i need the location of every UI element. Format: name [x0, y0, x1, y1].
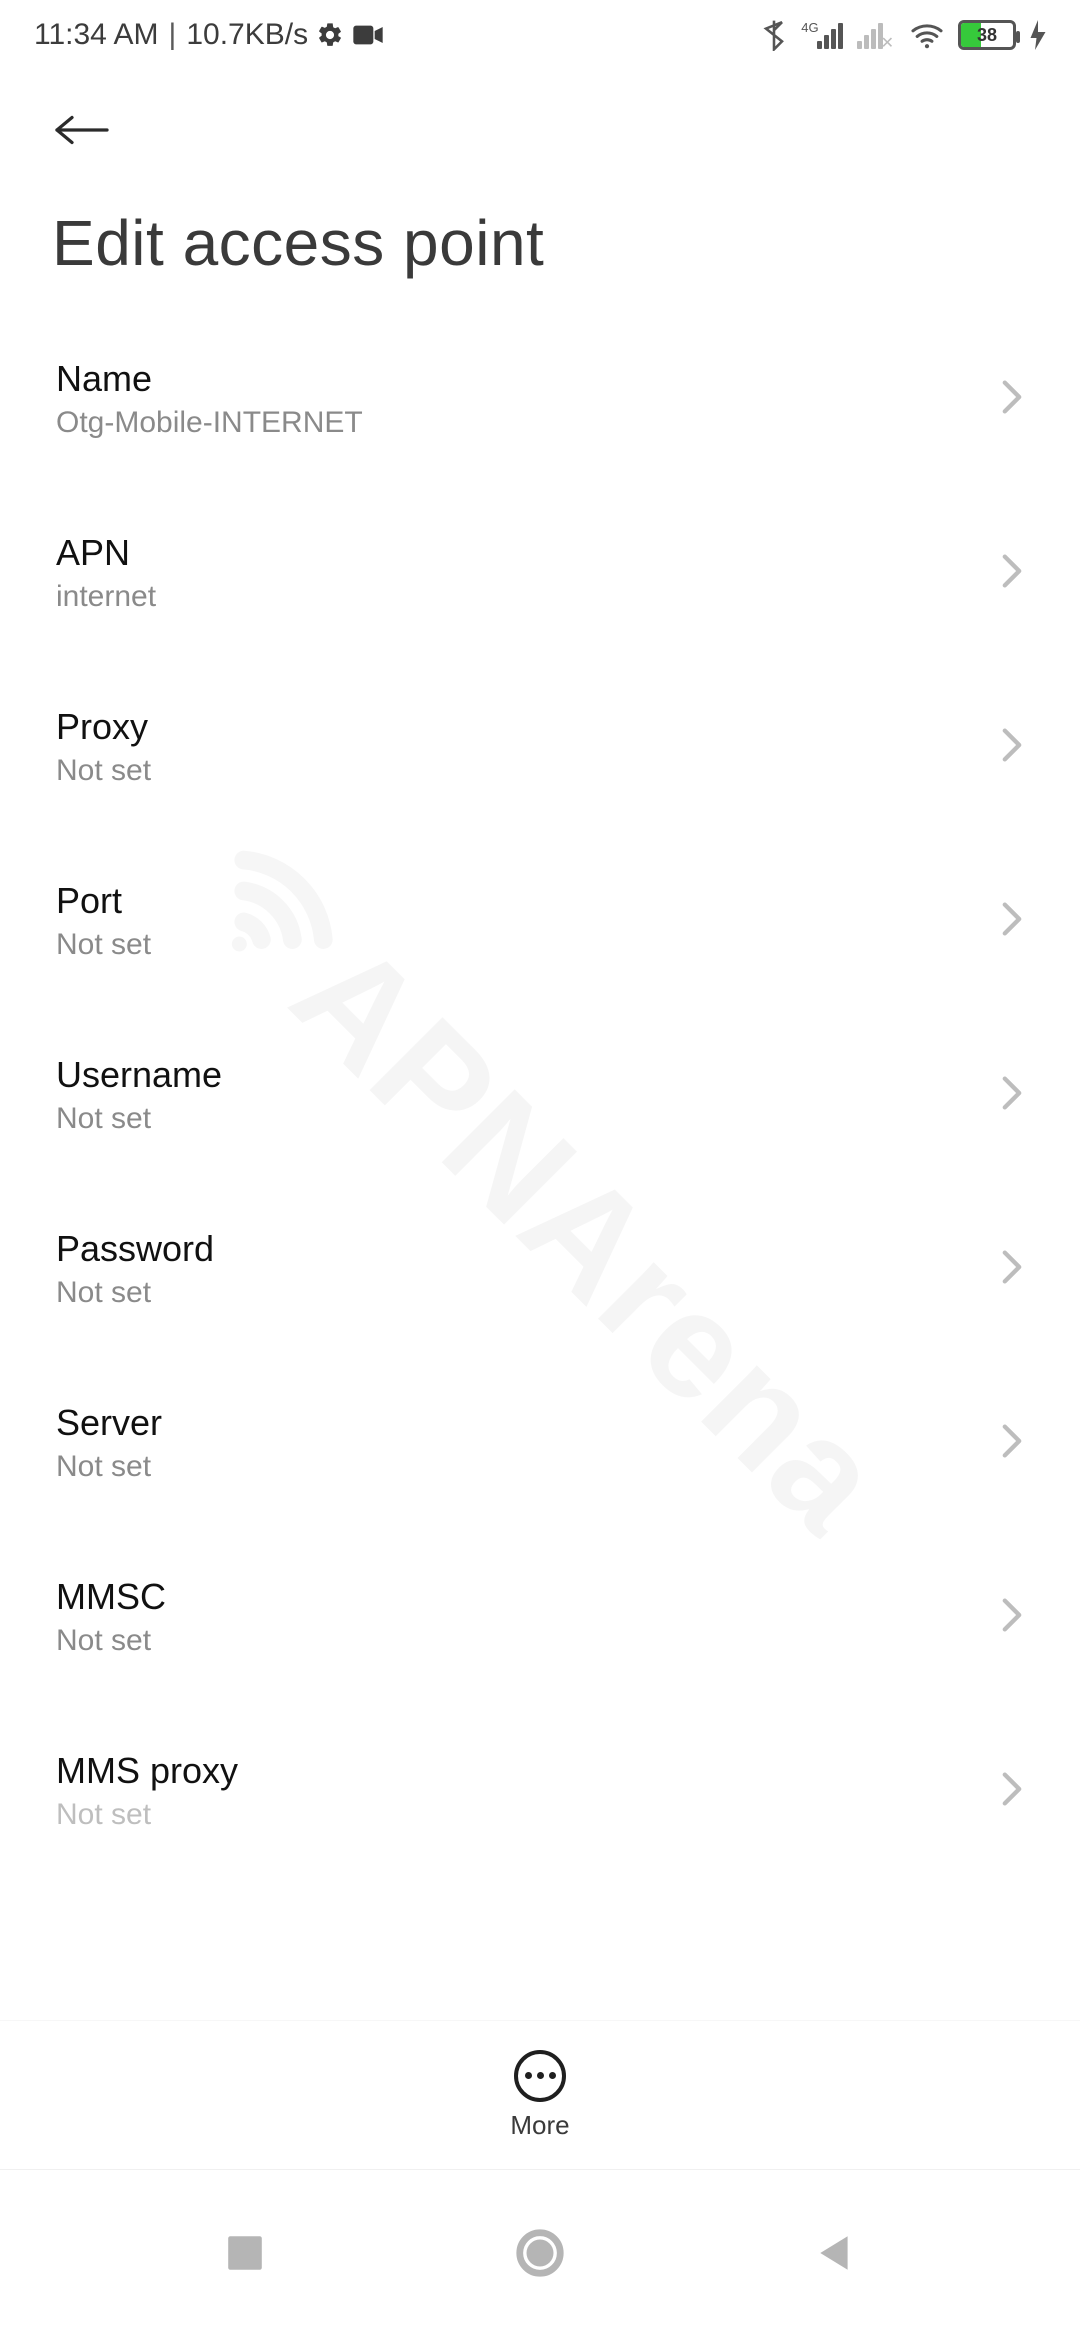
- status-left: 11:34 AM | 10.7KB/s: [34, 18, 384, 52]
- setting-row-server[interactable]: Server Not set: [0, 1374, 1080, 1512]
- chevron-right-icon: [1000, 1075, 1024, 1116]
- wifi-icon: [910, 21, 944, 49]
- setting-row-port[interactable]: Port Not set: [0, 852, 1080, 990]
- settings-list: Name Otg-Mobile-INTERNET APN internet Pr…: [0, 290, 1080, 2020]
- battery-percent: 38: [961, 25, 1013, 46]
- setting-value: Not set: [56, 1102, 222, 1136]
- setting-row-username[interactable]: Username Not set: [0, 1026, 1080, 1164]
- back-button[interactable]: [52, 100, 112, 160]
- setting-value: Not set: [56, 1624, 166, 1658]
- setting-label: MMS proxy: [56, 1750, 238, 1792]
- status-net-speed: 10.7KB/s: [186, 18, 308, 52]
- more-bar: More: [0, 2020, 1080, 2170]
- battery-icon: 38: [958, 20, 1016, 50]
- setting-label: APN: [56, 532, 156, 574]
- setting-label: Username: [56, 1054, 222, 1096]
- chevron-right-icon: [1000, 1771, 1024, 1812]
- chevron-right-icon: [1000, 1249, 1024, 1290]
- more-button[interactable]: [514, 2050, 566, 2102]
- app-header: Edit access point: [0, 70, 1080, 290]
- setting-row-mms-proxy[interactable]: MMS proxy Not set: [0, 1722, 1080, 1860]
- setting-label: Proxy: [56, 706, 151, 748]
- chevron-right-icon: [1000, 379, 1024, 420]
- setting-row-apn[interactable]: APN internet: [0, 504, 1080, 642]
- setting-label: Port: [56, 880, 151, 922]
- circle-icon: [513, 2226, 567, 2280]
- signal-1-group: 4G: [799, 21, 842, 49]
- setting-value: internet: [56, 580, 156, 614]
- signal-bars-icon: [817, 21, 843, 49]
- triangle-left-icon: [814, 2232, 856, 2274]
- setting-label: Name: [56, 358, 363, 400]
- setting-row-mmsc[interactable]: MMSC Not set: [0, 1548, 1080, 1686]
- setting-value: Not set: [56, 1798, 238, 1832]
- setting-row-name[interactable]: Name Otg-Mobile-INTERNET: [0, 330, 1080, 468]
- status-time: 11:34 AM: [34, 18, 159, 52]
- video-icon: [352, 23, 384, 47]
- status-bar: 11:34 AM | 10.7KB/s 4G ✕ 38: [0, 0, 1080, 70]
- chevron-right-icon: [1000, 727, 1024, 768]
- setting-row-proxy[interactable]: Proxy Not set: [0, 678, 1080, 816]
- chevron-right-icon: [1000, 1597, 1024, 1638]
- more-dots-icon: [525, 2072, 556, 2079]
- setting-value: Not set: [56, 1276, 214, 1310]
- chevron-right-icon: [1000, 553, 1024, 594]
- setting-label: MMSC: [56, 1576, 166, 1618]
- setting-row-password[interactable]: Password Not set: [0, 1200, 1080, 1338]
- nav-recent-button[interactable]: [224, 2232, 266, 2279]
- setting-value: Otg-Mobile-INTERNET: [56, 406, 363, 440]
- fade-overlay: [0, 1940, 1080, 2020]
- system-nav-bar: [0, 2170, 1080, 2340]
- signal-bars-dim-icon: [857, 21, 883, 49]
- more-label: More: [510, 2110, 569, 2141]
- setting-value: Not set: [56, 1450, 162, 1484]
- nav-back-button[interactable]: [814, 2232, 856, 2279]
- charging-icon: [1030, 20, 1046, 50]
- chevron-right-icon: [1000, 1423, 1024, 1464]
- square-icon: [224, 2232, 266, 2274]
- status-separator: |: [169, 18, 177, 52]
- setting-label: Server: [56, 1402, 162, 1444]
- no-sim-icon: ✕: [881, 33, 894, 53]
- nav-home-button[interactable]: [513, 2226, 567, 2285]
- network-type-label: 4G: [801, 20, 818, 35]
- setting-label: Password: [56, 1228, 214, 1270]
- setting-value: Not set: [56, 928, 151, 962]
- signal-2-group: ✕: [857, 21, 896, 49]
- setting-value: Not set: [56, 754, 151, 788]
- gear-icon: [316, 21, 344, 49]
- arrow-left-icon: [52, 110, 112, 150]
- page-title: Edit access point: [52, 206, 1028, 280]
- status-right: 4G ✕ 38: [763, 19, 1046, 51]
- bluetooth-icon: [763, 19, 785, 51]
- chevron-right-icon: [1000, 901, 1024, 942]
